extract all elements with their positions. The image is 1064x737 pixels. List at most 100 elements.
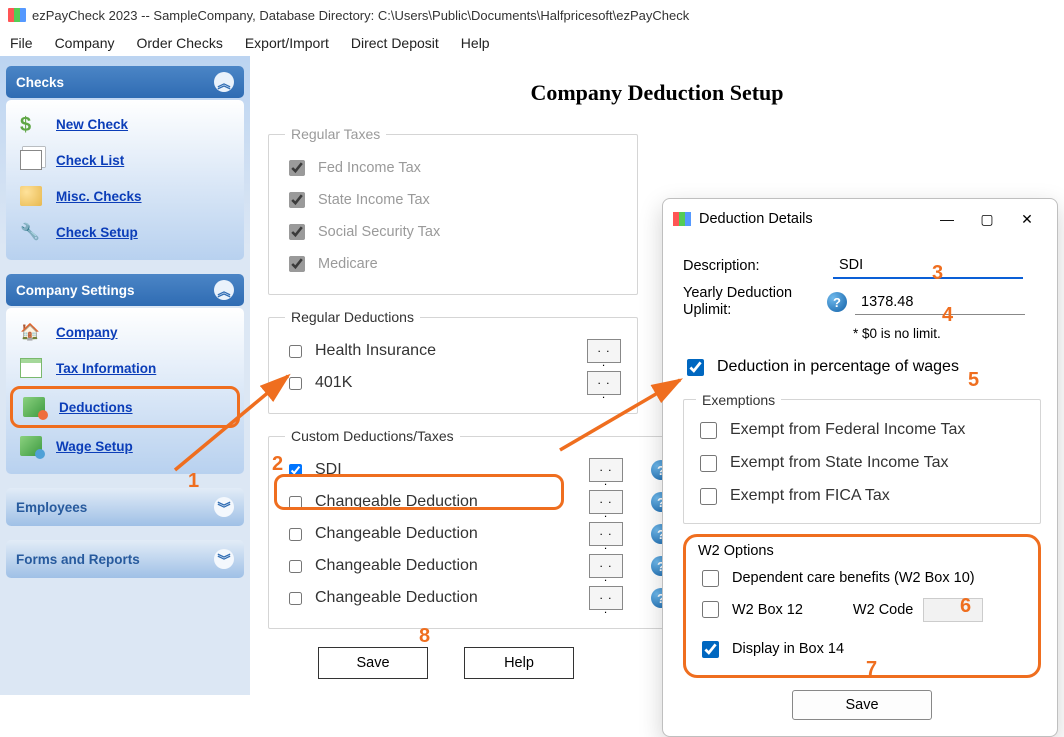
page-title: Company Deduction Setup	[268, 80, 1046, 106]
w2-code-label: W2 Code	[853, 602, 913, 618]
panel-forms-reports[interactable]: Forms and Reports ︾	[6, 540, 244, 578]
cb-dep-care[interactable]	[702, 570, 719, 587]
description-input[interactable]	[833, 253, 1023, 279]
label: Fed Income Tax	[318, 160, 421, 176]
cb-custom3[interactable]	[289, 528, 302, 541]
minimize-button[interactable]: —	[927, 204, 967, 234]
sidebar-item-check-list[interactable]: Check List	[10, 142, 240, 178]
help-icon[interactable]: ?	[827, 292, 847, 312]
exemptions-group: Exemptions Exempt from Federal Income Ta…	[683, 392, 1041, 524]
panel-checks-header[interactable]: Checks ︽	[6, 66, 244, 98]
edit-custom3-button[interactable]: . . .	[589, 522, 623, 546]
expand-icon[interactable]: ︾	[214, 549, 234, 569]
label: Social Security Tax	[318, 224, 440, 240]
uplimit-input[interactable]	[855, 289, 1025, 315]
sidebar-item-company[interactable]: Company	[10, 314, 240, 350]
description-label: Description:	[683, 258, 833, 274]
cb-exempt-state[interactable]	[700, 455, 717, 472]
check-icon	[20, 186, 42, 206]
panel-checks: Checks ︽ New Check Check List Misc. Chec…	[6, 66, 244, 260]
sidebar: Checks ︽ New Check Check List Misc. Chec…	[0, 56, 250, 695]
close-button[interactable]: ✕	[1007, 204, 1047, 234]
label: Dependent care benefits (W2 Box 10)	[732, 570, 975, 586]
save-button[interactable]: Save	[318, 647, 428, 679]
nav-label: Tax Information	[56, 361, 156, 376]
edit-custom5-button[interactable]: . . .	[589, 586, 623, 610]
nav-label: Deductions	[59, 400, 133, 415]
sidebar-item-new-check[interactable]: New Check	[10, 106, 240, 142]
nav-label: Misc. Checks	[56, 189, 142, 204]
menu-export-import[interactable]: Export/Import	[245, 35, 329, 51]
wrench-icon	[20, 222, 42, 242]
copy-icon	[20, 150, 42, 170]
app-icon	[673, 212, 691, 226]
edit-custom2-button[interactable]: . . .	[589, 490, 623, 514]
edit-401k-button[interactable]: . . .	[587, 371, 621, 395]
panel-company-title: Company Settings	[16, 283, 135, 298]
cb-fed-income	[289, 160, 305, 176]
label: Changeable Deduction	[315, 493, 478, 511]
sidebar-item-check-setup[interactable]: Check Setup	[10, 214, 240, 250]
exemptions-legend: Exemptions	[696, 392, 781, 408]
panel-employees[interactable]: Employees ︾	[6, 488, 244, 526]
collapse-icon[interactable]: ︽	[214, 72, 234, 92]
cb-custom4[interactable]	[289, 560, 302, 573]
label: Changeable Deduction	[315, 589, 478, 607]
nav-label: New Check	[56, 117, 128, 132]
panel-forms-title: Forms and Reports	[16, 552, 140, 567]
uplimit-note: * $0 is no limit.	[853, 326, 1041, 341]
wage-icon	[20, 436, 42, 456]
window-titlebar: ezPayCheck 2023 -- SampleCompany, Databa…	[0, 0, 1064, 30]
menu-company[interactable]: Company	[55, 35, 115, 51]
cb-percentage[interactable]	[687, 359, 704, 376]
menu-help[interactable]: Help	[461, 35, 490, 51]
panel-company-header[interactable]: Company Settings ︽	[6, 274, 244, 306]
window-title: ezPayCheck 2023 -- SampleCompany, Databa…	[32, 8, 689, 23]
sidebar-item-misc-checks[interactable]: Misc. Checks	[10, 178, 240, 214]
cb-sdi[interactable]	[289, 464, 302, 477]
cb-custom5[interactable]	[289, 592, 302, 605]
cb-state-income	[289, 192, 305, 208]
doc-icon	[20, 358, 42, 378]
collapse-icon[interactable]: ︽	[214, 280, 234, 300]
regular-deductions-group: Regular Deductions Health Insurance. . .…	[268, 309, 638, 414]
maximize-button[interactable]: ▢	[967, 204, 1007, 234]
sidebar-item-wage-setup[interactable]: Wage Setup	[10, 428, 240, 464]
custom-deductions-legend: Custom Deductions/Taxes	[285, 428, 460, 444]
label: 401K	[315, 374, 352, 392]
label: Exempt from FICA Tax	[730, 487, 890, 505]
nav-label: Wage Setup	[56, 439, 133, 454]
help-button[interactable]: Help	[464, 647, 574, 679]
label: W2 Box 12	[732, 602, 803, 618]
sidebar-item-deductions[interactable]: Deductions	[10, 386, 240, 428]
cb-custom2[interactable]	[289, 496, 302, 509]
cb-box14[interactable]	[702, 641, 719, 658]
regular-taxes-group: Regular Taxes Fed Income Tax State Incom…	[268, 126, 638, 295]
nav-label: Check Setup	[56, 225, 138, 240]
expand-icon[interactable]: ︾	[214, 497, 234, 517]
cb-health[interactable]	[289, 345, 302, 358]
panel-checks-title: Checks	[16, 75, 64, 90]
label: Health Insurance	[315, 342, 436, 360]
cb-401k[interactable]	[289, 377, 302, 390]
menu-direct-deposit[interactable]: Direct Deposit	[351, 35, 439, 51]
menu-file[interactable]: File	[10, 35, 33, 51]
label: Changeable Deduction	[315, 557, 478, 575]
label: Medicare	[318, 256, 378, 272]
nav-label: Check List	[56, 153, 124, 168]
uplimit-label: Yearly Deduction Uplimit:	[683, 285, 833, 320]
cb-medicare	[289, 256, 305, 272]
cb-exempt-fica[interactable]	[700, 488, 717, 505]
w2-code-input[interactable]	[923, 598, 983, 622]
edit-health-button[interactable]: . . .	[587, 339, 621, 363]
menu-order-checks[interactable]: Order Checks	[136, 35, 222, 51]
label: State Income Tax	[318, 192, 430, 208]
label: Exempt from Federal Income Tax	[730, 421, 965, 439]
cb-exempt-fed[interactable]	[700, 422, 717, 439]
edit-sdi-button[interactable]: . . .	[589, 458, 623, 482]
cb-w2-box12[interactable]	[702, 601, 719, 618]
sidebar-item-tax-info[interactable]: Tax Information	[10, 350, 240, 386]
label: Deduction in percentage of wages	[717, 358, 959, 376]
edit-custom4-button[interactable]: . . .	[589, 554, 623, 578]
dialog-save-button[interactable]: Save	[792, 690, 932, 720]
